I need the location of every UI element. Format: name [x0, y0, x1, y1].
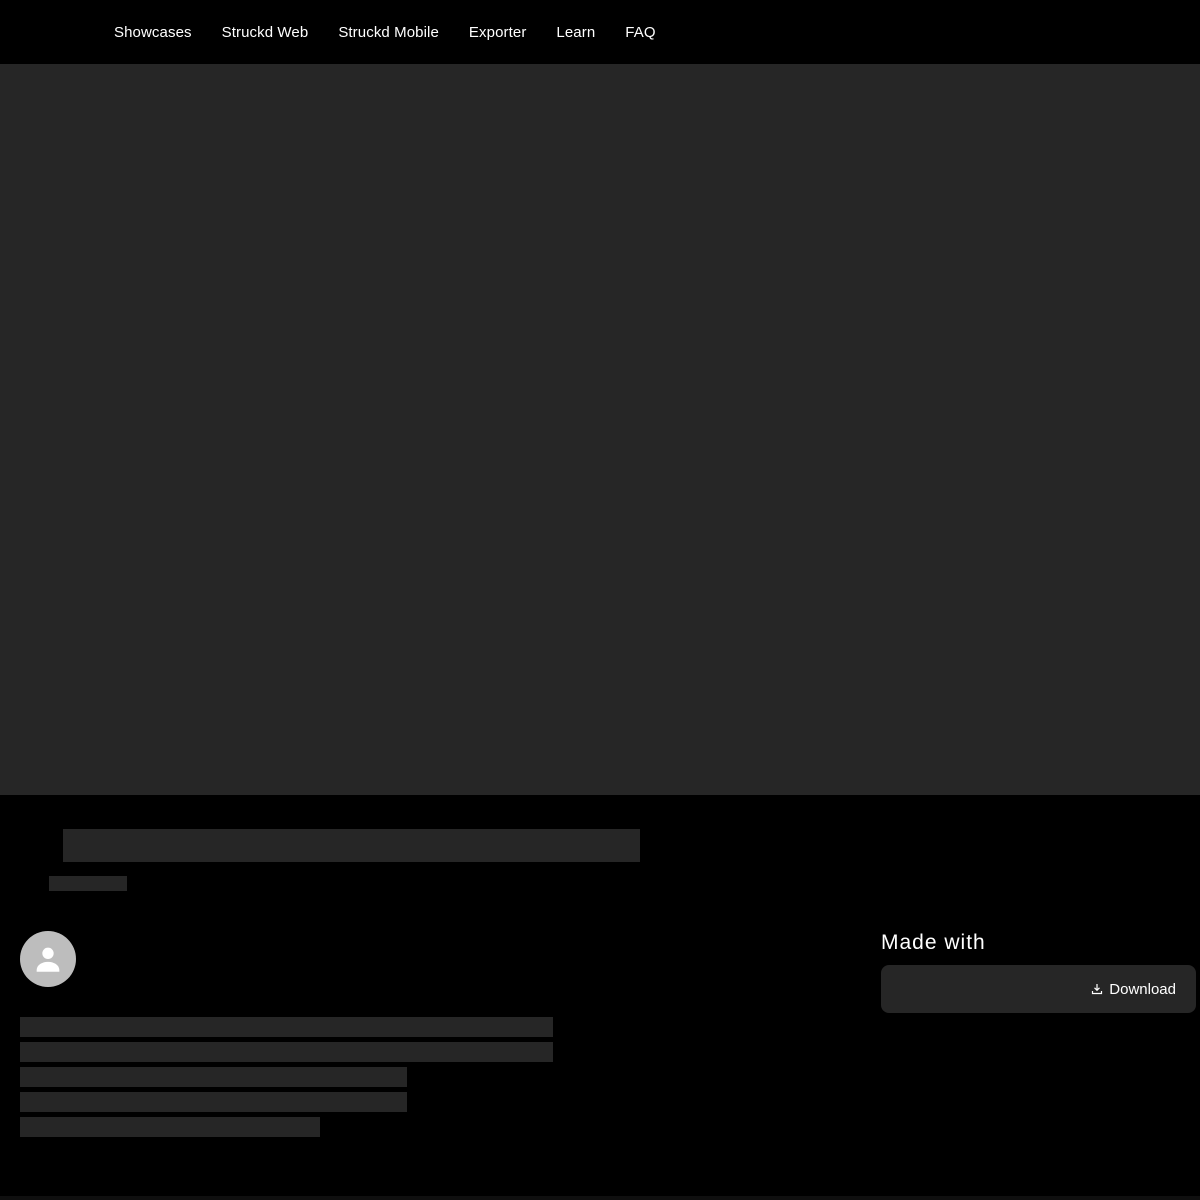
download-icon	[1091, 983, 1103, 995]
made-with-card: Download	[881, 965, 1196, 1013]
description-line-placeholder	[20, 1017, 553, 1037]
nav-item-faq[interactable]: FAQ	[625, 24, 655, 41]
description-line-placeholder	[20, 1117, 320, 1137]
avatar[interactable]	[20, 931, 76, 987]
nav-item-exporter[interactable]: Exporter	[469, 24, 527, 41]
user-icon	[36, 947, 60, 972]
nav-item-struckd-mobile[interactable]: Struckd Mobile	[338, 24, 439, 41]
nav-item-showcases[interactable]: Showcases	[114, 24, 192, 41]
main-nav: Showcases Struckd Web Struckd Mobile Exp…	[114, 0, 686, 64]
subtitle-placeholder	[49, 876, 127, 891]
nav-item-struckd-web[interactable]: Struckd Web	[222, 24, 309, 41]
top-navigation-bar: Showcases Struckd Web Struckd Mobile Exp…	[0, 0, 1200, 64]
description-line-placeholder	[20, 1092, 407, 1112]
description-line-placeholder	[20, 1042, 553, 1062]
media-placeholder	[0, 64, 1200, 795]
made-with-heading: Made with	[881, 931, 986, 954]
title-placeholder	[63, 829, 640, 862]
download-label: Download	[1109, 980, 1176, 998]
footer-divider	[0, 1196, 1200, 1200]
nav-item-learn[interactable]: Learn	[556, 24, 595, 41]
download-button[interactable]: Download	[1091, 965, 1176, 1013]
description-line-placeholder	[20, 1067, 407, 1087]
